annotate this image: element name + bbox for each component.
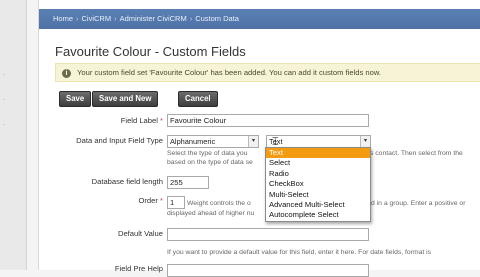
order-input[interactable]: 1: [167, 196, 185, 209]
field-label-label: Field Label *: [60, 116, 163, 125]
field-label-input[interactable]: Favourite Colour: [167, 114, 369, 127]
db-length-label: Database field length: [91, 177, 163, 186]
field-pre-help-input[interactable]: [167, 264, 369, 277]
cancel-button[interactable]: Cancel: [178, 91, 218, 107]
input-type-dropdown-list: Text Select Radio CheckBox Multi-Select …: [265, 147, 371, 222]
save-button[interactable]: Save: [59, 91, 92, 107]
sidebar-fragment: ·: [3, 97, 5, 103]
required-marker: *: [160, 196, 163, 205]
breadcrumb: Home › CiviCRM › Administer CiviCRM › Custom D…: [39, 9, 480, 29]
dropdown-option-advanced-multi-select[interactable]: Advanced Multi-Select: [266, 200, 370, 210]
dropdown-option-multi-select[interactable]: Multi-Select: [266, 190, 370, 200]
default-value-label: Default Value: [117, 229, 163, 238]
order-help-line2: displayed ahead of higher nu: [167, 210, 255, 217]
order-label: Order *: [60, 196, 163, 205]
default-value-help: If you want to provide a default value f…: [167, 249, 432, 256]
sidebar-fragment: ·: [3, 72, 5, 78]
dropdown-option-autocomplete-select[interactable]: Autocomplete Select: [266, 210, 370, 220]
data-type-help-line2: based on the type of data se: [167, 159, 253, 166]
breadcrumb-item-civicrm[interactable]: CiviCRM: [82, 14, 112, 23]
field-label-text: Field Label: [120, 116, 158, 125]
mouse-cursor-icon: ⌶: [272, 136, 279, 148]
chevron-down-icon: ▾: [360, 136, 370, 147]
chevron-down-icon: ▾: [248, 136, 258, 147]
dropdown-option-radio[interactable]: Radio: [266, 169, 370, 179]
order-help-line1-tail: d in a group. Enter a positive or: [371, 200, 466, 207]
info-icon: i: [62, 68, 71, 78]
sidebar-fragment: ·: [3, 122, 5, 128]
data-type-help-line1-tail: s contact. Then select from the: [370, 150, 463, 157]
default-value-input[interactable]: [167, 228, 369, 241]
dropdown-option-select[interactable]: Select: [266, 158, 370, 168]
breadcrumb-separator: ›: [114, 14, 117, 23]
db-length-input[interactable]: 255: [167, 176, 209, 189]
required-marker: *: [160, 116, 163, 125]
field-pre-help-label: Field Pre Help: [114, 264, 163, 273]
dropdown-option-checkbox[interactable]: CheckBox: [266, 179, 370, 189]
breadcrumb-item-administer[interactable]: Administer CiviCRM: [120, 14, 187, 23]
status-notice: i Your custom field set 'Favourite Colour…: [55, 63, 480, 82]
data-type-select[interactable]: Alphanumeric ▾: [167, 135, 259, 148]
save-and-new-button[interactable]: Save and New: [92, 91, 159, 107]
breadcrumb-item-custom-data[interactable]: Custom Data: [195, 14, 239, 23]
data-type-help-line1: Select the type of data you: [167, 150, 248, 157]
data-type-label: Data and Input Field Type: [76, 136, 163, 145]
breadcrumb-separator: ›: [189, 14, 193, 23]
order-label-text: Order: [138, 196, 158, 205]
data-type-value: Alphanumeric: [170, 137, 216, 146]
notice-text: Your custom field set 'Favourite Colour'…: [77, 68, 382, 77]
order-help-line1: Weight controls the o: [187, 200, 251, 207]
page-title: Favourite Colour - Custom Fields: [55, 44, 246, 59]
breadcrumb-item-home[interactable]: Home: [53, 14, 73, 23]
dropdown-option-text[interactable]: Text: [266, 148, 370, 159]
left-sidebar: · · ·: [0, 0, 27, 270]
breadcrumb-separator: ›: [76, 14, 79, 23]
